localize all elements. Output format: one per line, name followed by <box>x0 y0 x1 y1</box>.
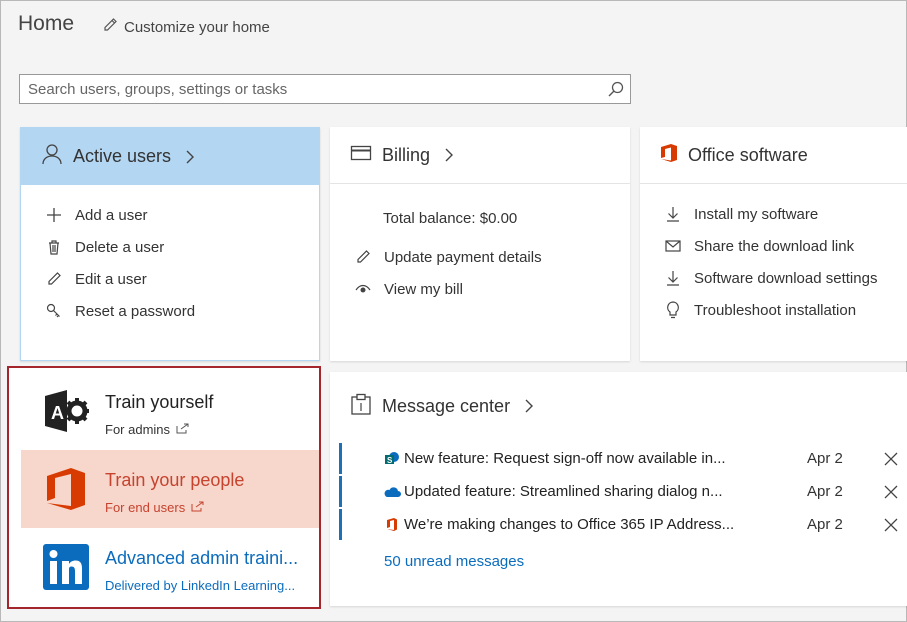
sharepoint-icon: S <box>382 451 402 467</box>
message-text[interactable]: New feature: Request sign-off now availa… <box>404 450 750 467</box>
page-title: Home <box>18 12 75 35</box>
troubleshoot-label: Troubleshoot installation <box>694 301 857 319</box>
search-input[interactable] <box>20 75 602 103</box>
close-icon[interactable] <box>882 516 900 534</box>
train-yourself-item[interactable]: A Train yourself For admins <box>21 372 319 450</box>
clipboard-icon <box>350 393 372 420</box>
train-yourself-subtitle-text: For admins <box>105 422 171 437</box>
view-bill-link[interactable]: View my bill <box>353 273 630 305</box>
customize-home-link[interactable]: Customize your home <box>102 17 270 37</box>
office-software-title: Office software <box>688 144 808 165</box>
download-settings-label: Software download settings <box>694 269 878 287</box>
message-row[interactable]: Updated feature: Streamlined sharing dia… <box>339 476 899 507</box>
pencil-icon <box>102 17 118 37</box>
close-icon[interactable] <box>882 483 900 501</box>
linkedin-logo <box>43 544 89 590</box>
office-software-actions: Install my software Share the download l… <box>640 184 907 326</box>
message-center-card: Message center S New feature: Request si… <box>330 372 907 606</box>
share-download-label: Share the download link <box>694 237 855 255</box>
message-center-header[interactable]: Message center <box>330 372 907 440</box>
chevron-right-icon <box>185 150 195 164</box>
active-users-actions: Add a user Delete a user Edit a user Res… <box>21 185 319 327</box>
onedrive-icon <box>382 486 402 498</box>
eye-icon <box>353 279 373 299</box>
message-date: Apr 2 <box>807 450 843 467</box>
office-software-header[interactable]: Office software <box>640 127 907 184</box>
search-box <box>19 74 631 104</box>
install-software-label: Install my software <box>694 205 819 223</box>
add-user-link[interactable]: Add a user <box>44 199 319 231</box>
update-payment-link[interactable]: Update payment details <box>353 241 630 273</box>
message-center-title: Message center <box>382 395 511 416</box>
reset-password-label: Reset a password <box>75 302 196 320</box>
view-bill-label: View my bill <box>384 280 463 298</box>
update-payment-label: Update payment details <box>384 248 542 266</box>
lightbulb-icon <box>663 300 683 320</box>
close-icon[interactable] <box>882 450 900 468</box>
download-settings-link[interactable]: Software download settings <box>663 262 907 294</box>
message-date: Apr 2 <box>807 516 843 533</box>
training-panel: A Train yourself For admins Train your p… <box>7 366 321 609</box>
delete-user-label: Delete a user <box>75 238 165 256</box>
advanced-admin-training-item[interactable]: Advanced admin traini... Delivered by Li… <box>21 528 319 606</box>
pencil-icon <box>44 269 64 289</box>
train-your-people-title: Train your people <box>105 470 245 490</box>
plus-icon <box>44 205 64 225</box>
active-users-title: Active users <box>73 146 172 166</box>
train-your-people-subtitle: For end users <box>105 500 204 515</box>
total-balance: Total balance: $0.00 <box>383 210 518 227</box>
add-user-label: Add a user <box>75 206 148 224</box>
train-yourself-title: Train yourself <box>105 392 214 412</box>
office-software-card: Office software Install my software Shar… <box>640 127 907 361</box>
pencil-icon <box>353 247 373 267</box>
active-users-header[interactable]: Active users <box>21 128 319 185</box>
advanced-admin-training-title: Advanced admin traini... <box>105 548 299 568</box>
reset-password-link[interactable]: Reset a password <box>44 295 319 327</box>
message-text[interactable]: Updated feature: Streamlined sharing dia… <box>404 483 750 500</box>
billing-actions: Update payment details View my bill <box>330 227 630 305</box>
office-logo <box>43 466 89 512</box>
office-icon <box>382 517 402 532</box>
search-icon[interactable] <box>602 80 630 98</box>
download-icon <box>663 268 683 288</box>
credit-card-icon <box>350 144 372 167</box>
chevron-right-icon <box>524 399 534 413</box>
advanced-admin-training-subtitle: Delivered by LinkedIn Learning... <box>105 578 296 593</box>
external-link-icon <box>176 422 189 437</box>
train-your-people-item[interactable]: Train your people For end users <box>21 450 319 528</box>
edit-user-label: Edit a user <box>75 270 147 288</box>
message-row[interactable]: We’re making changes to Office 365 IP Ad… <box>339 509 899 540</box>
edit-user-link[interactable]: Edit a user <box>44 263 319 295</box>
chevron-right-icon <box>444 148 454 162</box>
billing-header[interactable]: Billing <box>330 127 630 184</box>
message-date: Apr 2 <box>807 483 843 500</box>
customize-home-label: Customize your home <box>124 18 270 36</box>
admin-gear-logo: A <box>43 388 89 434</box>
key-icon <box>44 301 64 321</box>
message-text[interactable]: We’re making changes to Office 365 IP Ad… <box>404 516 750 533</box>
trash-icon <box>44 237 64 257</box>
train-your-people-subtitle-text: For end users <box>105 500 186 515</box>
svg-text:S: S <box>387 456 393 465</box>
billing-card: Billing Total balance: $0.00 Update paym… <box>330 127 630 361</box>
mail-icon <box>663 236 683 256</box>
share-download-link[interactable]: Share the download link <box>663 230 907 262</box>
external-link-icon <box>191 500 204 515</box>
message-row[interactable]: S New feature: Request sign-off now avai… <box>339 443 899 474</box>
unread-messages-link[interactable]: 50 unread messages <box>384 553 524 570</box>
delete-user-link[interactable]: Delete a user <box>44 231 319 263</box>
train-yourself-subtitle: For admins <box>105 422 189 437</box>
office-logo-icon <box>660 143 678 168</box>
install-software-link[interactable]: Install my software <box>663 198 907 230</box>
download-icon <box>663 204 683 224</box>
person-icon <box>41 143 63 170</box>
active-users-card: Active users Add a user Delete a user Ed… <box>20 127 320 361</box>
svg-text:A: A <box>51 403 64 423</box>
troubleshoot-link[interactable]: Troubleshoot installation <box>663 294 907 326</box>
billing-title: Billing <box>382 144 431 165</box>
